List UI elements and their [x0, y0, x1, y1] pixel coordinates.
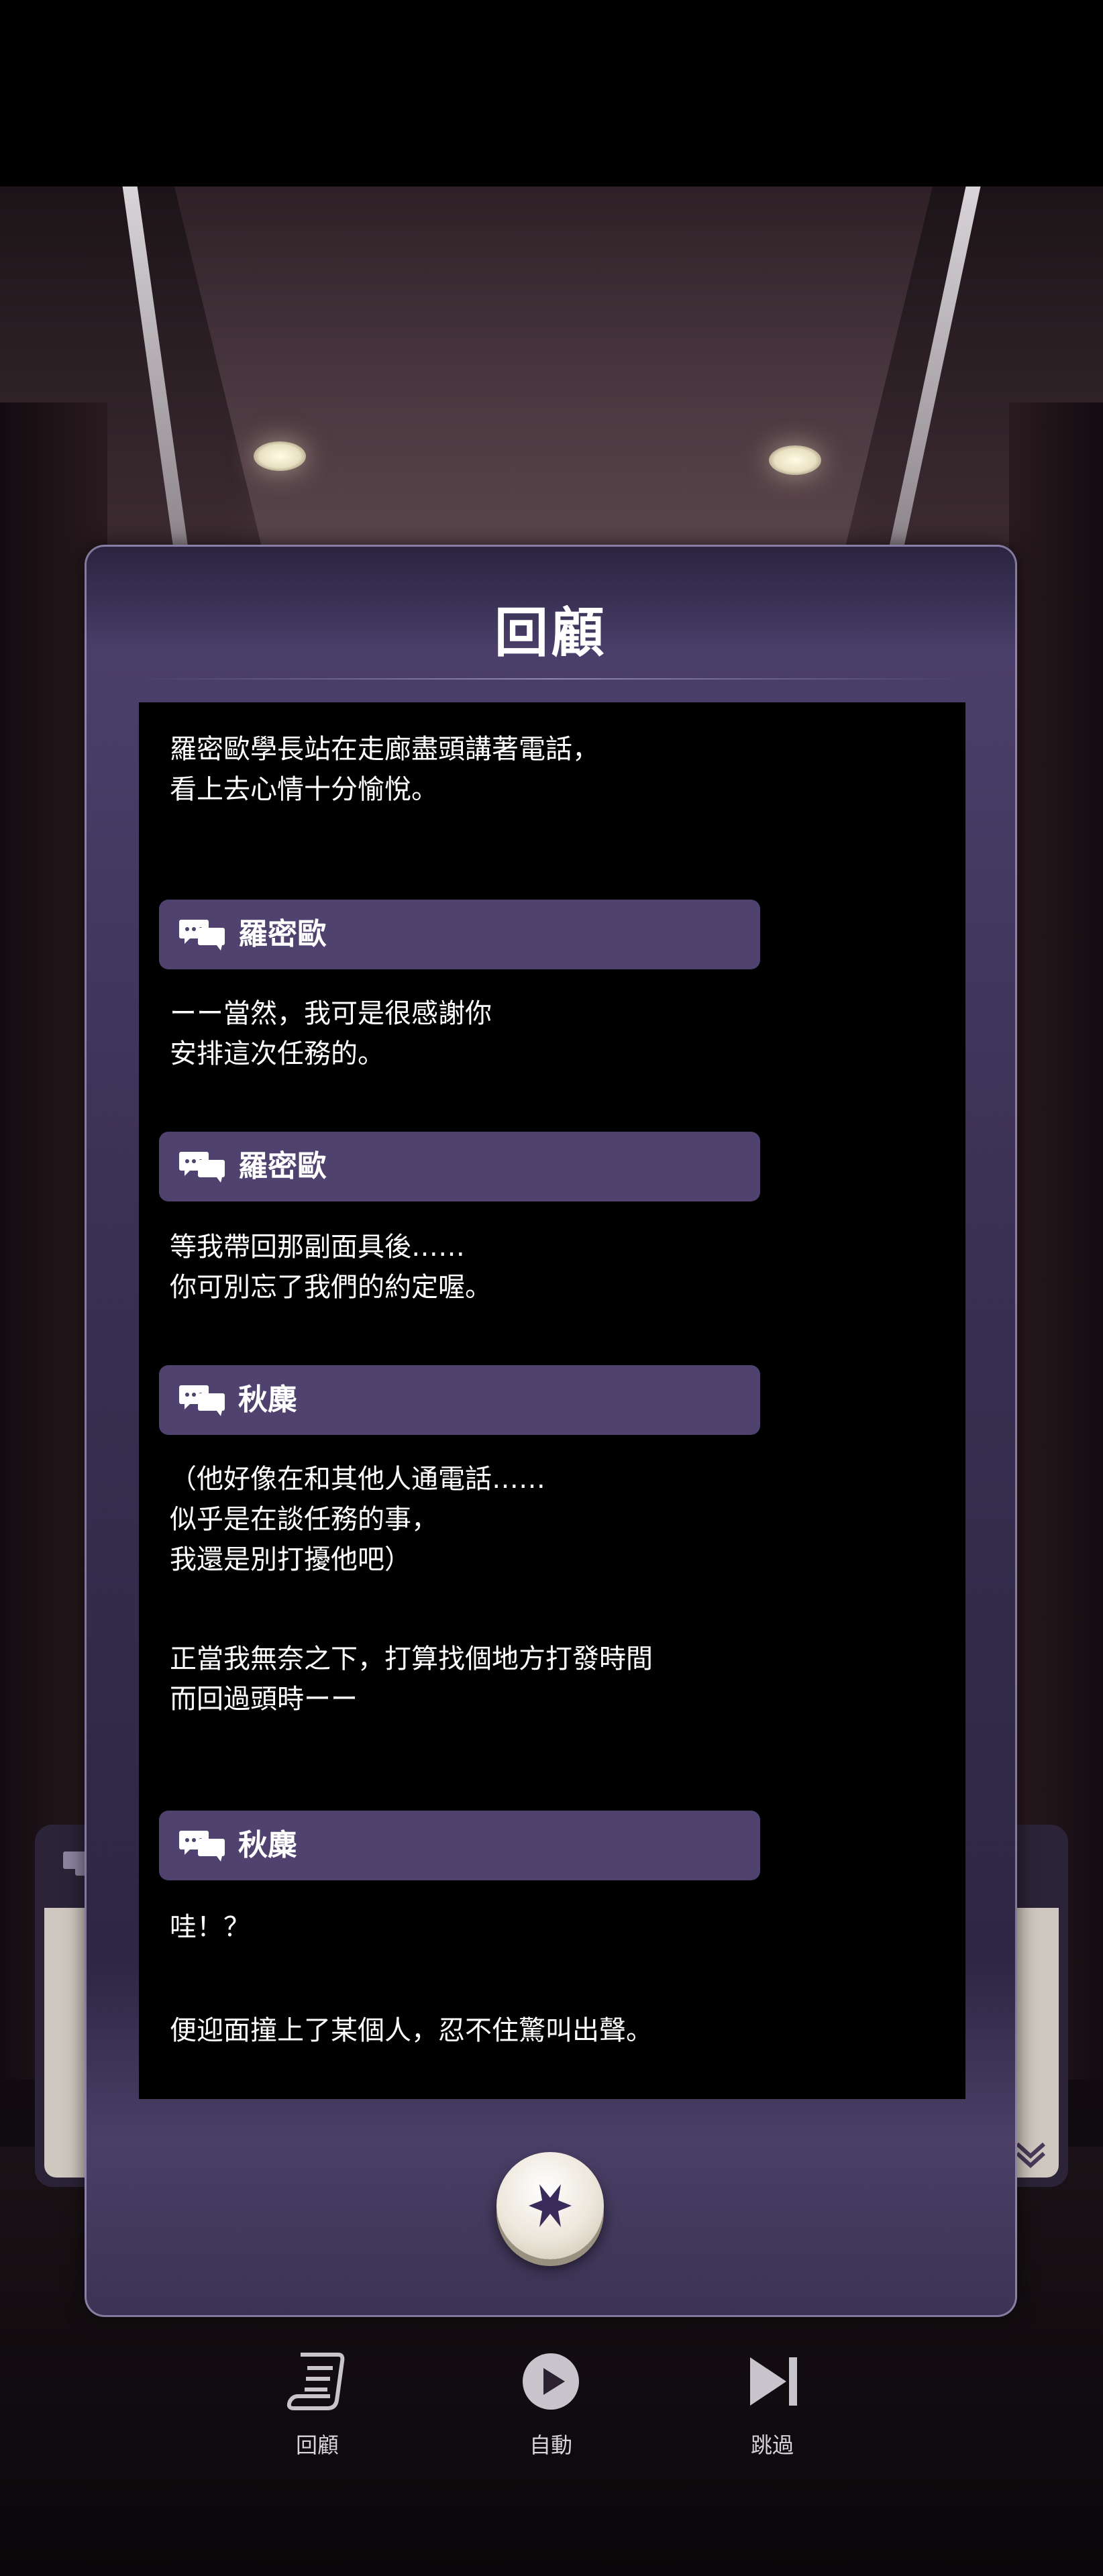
chat-bubbles-icon	[179, 1831, 225, 1862]
log-dialogue: ーー當然，我可是很感謝你 安排這次任務的。	[170, 998, 492, 1069]
speaker-bar: 秋麋	[159, 1811, 760, 1880]
log-dialogue: （他好像在和其他人通電話…… 似乎是在談任務的事， 我還是別打擾他吧）	[170, 1464, 545, 1575]
ceiling-light-right	[769, 445, 821, 475]
log-narration: 正當我無奈之下，打算找個地方打發時間 而回過頭時ーー	[170, 1644, 653, 1715]
chevron-down-icon	[1012, 2133, 1049, 2171]
close-x-icon	[529, 2184, 572, 2227]
log-dialogue: 等我帶回那副面具後…… 你可別忘了我們的約定喔。	[170, 1232, 492, 1303]
skip-label: 跳過	[750, 2432, 794, 2458]
chat-bubbles-icon	[179, 1152, 225, 1183]
chat-bubbles-icon	[179, 920, 225, 951]
review-log[interactable]: 羅密歐學長站在走廊盡頭講著電話， 看上去心情十分愉悅。 羅密歐 ーー當然，我可是…	[139, 702, 965, 2099]
review-control[interactable]: 回顧	[267, 2348, 368, 2459]
speaker-name: 羅密歐	[238, 1149, 327, 1183]
scroll-icon	[286, 2353, 345, 2410]
review-panel: 回顧 羅密歐學長站在走廊盡頭講著電話， 看上去心情十分愉悅。 羅密歐 ーー當然，…	[85, 545, 1017, 2317]
speaker-bar: 羅密歐	[159, 900, 760, 969]
corridor-ceiling	[174, 186, 933, 562]
log-narration: 羅密歐學長站在走廊盡頭講著電話， 看上去心情十分愉悅。	[170, 734, 599, 805]
skip-forward-icon	[750, 2357, 797, 2406]
ceiling-light-left	[254, 441, 306, 471]
speaker-bar: 羅密歐	[159, 1132, 760, 1201]
speaker-name: 羅密歐	[238, 917, 327, 951]
log-narration: 便迎面撞上了某個人，忍不住驚叫出聲。	[170, 2015, 653, 2046]
play-icon	[523, 2353, 579, 2410]
review-label: 回顧	[295, 2432, 339, 2458]
speaker-bar: 秋麋	[159, 1365, 760, 1435]
speaker-name: 秋麋	[238, 1828, 297, 1862]
chat-bubbles-icon	[179, 1385, 225, 1416]
panel-title: 回顧	[494, 602, 607, 664]
auto-control[interactable]: 自動	[501, 2348, 601, 2459]
skip-control[interactable]: 跳過	[722, 2348, 823, 2459]
auto-label: 自動	[529, 2432, 572, 2458]
log-dialogue: 哇！？	[170, 1912, 250, 1943]
title-divider	[140, 678, 961, 680]
close-button[interactable]	[496, 2152, 604, 2259]
speaker-name: 秋麋	[238, 1383, 297, 1417]
